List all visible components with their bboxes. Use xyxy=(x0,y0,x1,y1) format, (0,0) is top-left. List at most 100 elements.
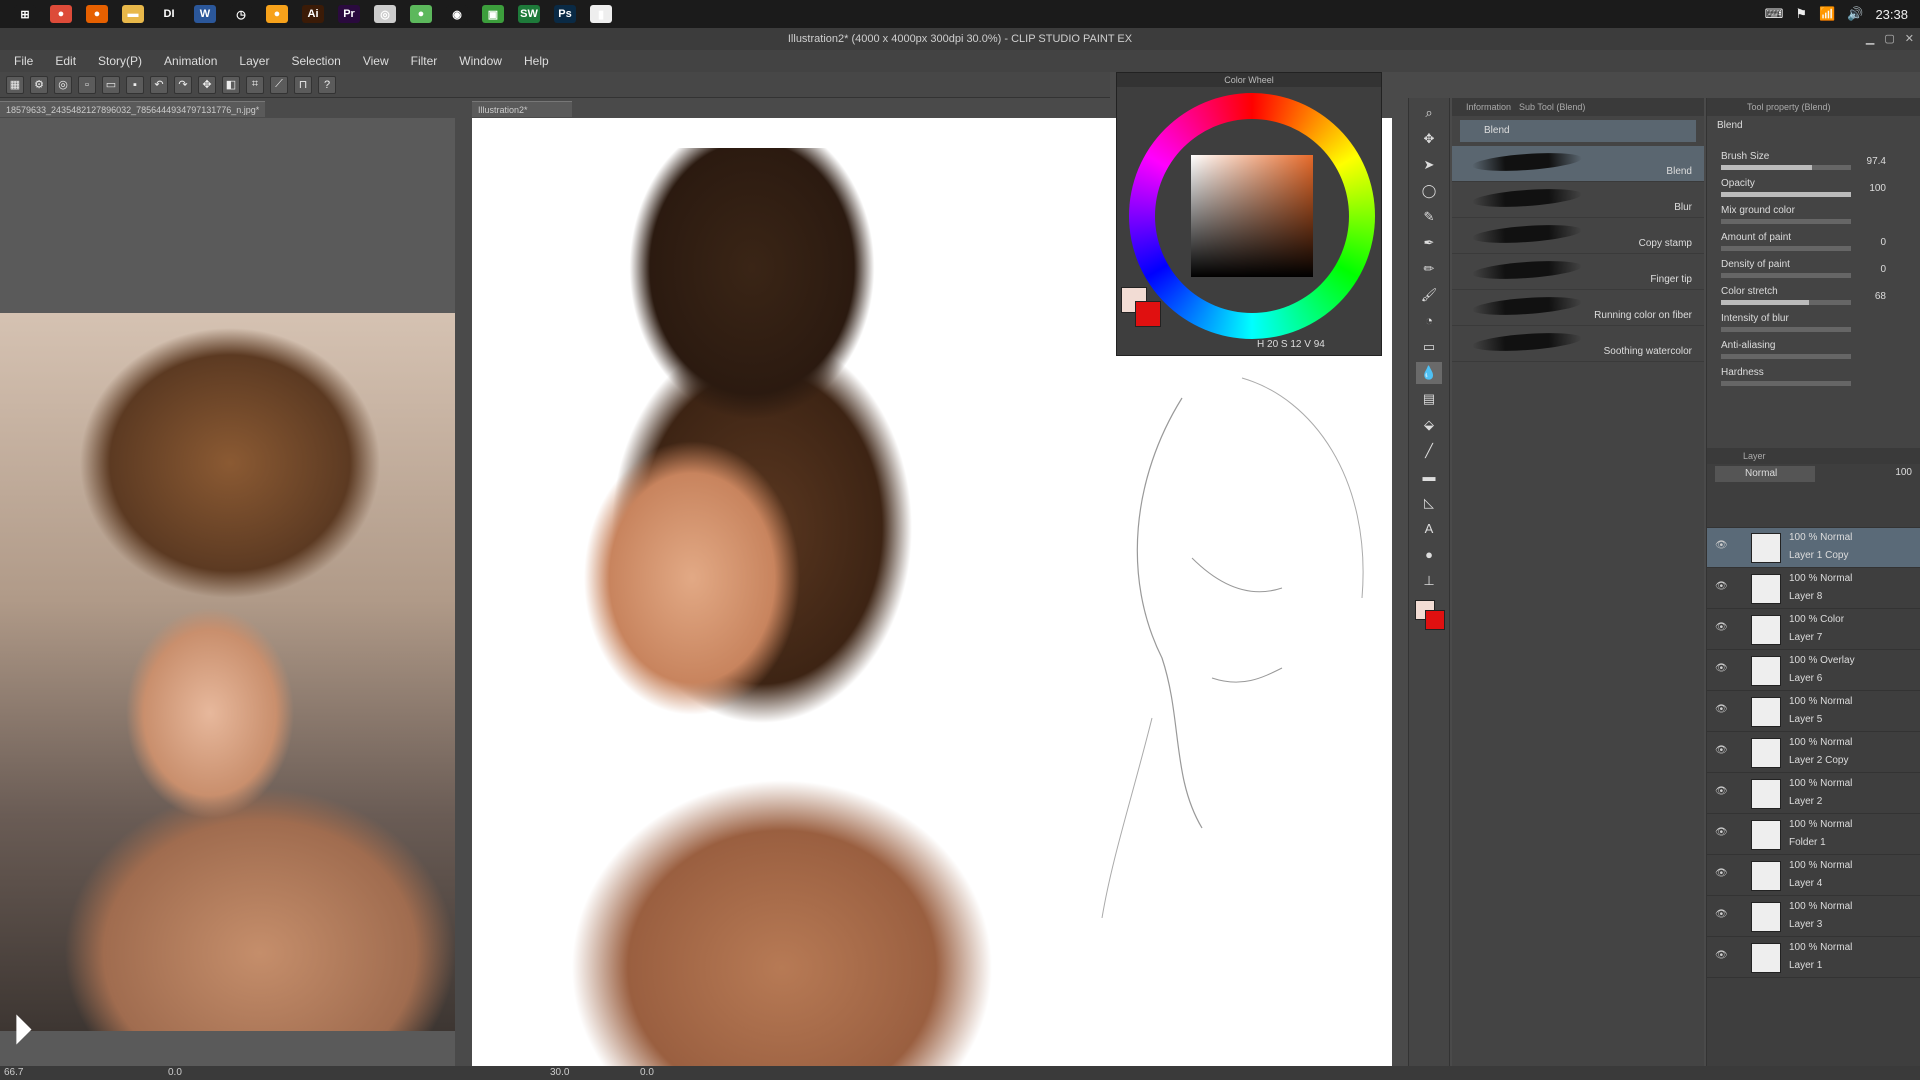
redo-icon[interactable]: ↷ xyxy=(174,75,192,94)
layer-opacity[interactable]: 100 xyxy=(1895,467,1912,478)
layer-row[interactable]: 👁 100 % Normal Layer 8 xyxy=(1707,569,1920,609)
zoom-icon[interactable]: ⌕ xyxy=(1416,102,1442,124)
layer-row[interactable]: 👁 100 % Normal Layer 1 Copy xyxy=(1707,528,1920,568)
property-slider[interactable] xyxy=(1721,354,1851,359)
crop-icon[interactable]: ⌗ xyxy=(246,75,264,94)
minimize-icon[interactable]: ▁ xyxy=(1866,28,1874,50)
help-icon[interactable]: ? xyxy=(318,75,336,94)
tab-subtool[interactable]: Sub Tool (Blend) xyxy=(1519,102,1585,112)
menu-storyp[interactable]: Story(P) xyxy=(98,54,142,68)
menu-animation[interactable]: Animation xyxy=(164,54,217,68)
fill-bucket-icon[interactable]: ⬙ xyxy=(1416,414,1442,436)
property-row[interactable]: Hardness xyxy=(1707,364,1920,391)
property-slider[interactable] xyxy=(1721,192,1851,197)
clip-studio-icon[interactable]: ◎ xyxy=(374,5,396,23)
layer-row[interactable]: 👁 100 % Normal Layer 2 Copy xyxy=(1707,733,1920,773)
property-row[interactable]: Density of paint 0 xyxy=(1707,256,1920,283)
tab-reference[interactable]: 18579633_2435482127896032_78564449347971… xyxy=(0,101,265,117)
frame-icon[interactable]: ▬ xyxy=(1416,466,1442,488)
open-file-icon[interactable]: ▭ xyxy=(102,75,120,94)
app-orange-icon[interactable]: ● xyxy=(266,5,288,23)
property-value[interactable]: 100 xyxy=(1869,183,1886,194)
network-icon[interactable]: 📶 xyxy=(1819,6,1835,22)
eye-icon[interactable]: 👁 xyxy=(1715,868,1728,879)
canvas-zoom[interactable]: 30.0 xyxy=(550,1067,569,1078)
undo-icon[interactable]: ↶ xyxy=(150,75,168,94)
sw-icon[interactable]: SW xyxy=(518,5,540,23)
illustrator-icon[interactable]: Ai xyxy=(302,5,324,23)
clip-studio-logo-icon[interactable]: ◎ xyxy=(54,75,72,94)
play-icon[interactable]: ⏵ xyxy=(12,1006,33,1055)
property-slider[interactable] xyxy=(1721,165,1851,170)
green-app-icon[interactable]: ● xyxy=(410,5,432,23)
eye-icon[interactable]: 👁 xyxy=(1715,540,1728,551)
tab-canvas[interactable]: Illustration2* xyxy=(472,101,572,117)
eye-icon[interactable]: 👁 xyxy=(1715,663,1728,674)
property-slider[interactable] xyxy=(1721,273,1851,278)
layer-row[interactable]: 👁 100 % Overlay Layer 6 xyxy=(1707,651,1920,691)
property-row[interactable]: Anti-aliasing xyxy=(1707,337,1920,364)
text-icon[interactable]: A xyxy=(1416,518,1442,540)
property-value[interactable]: 97.4 xyxy=(1867,156,1886,167)
maximize-icon[interactable]: ▢ xyxy=(1884,28,1894,50)
save-icon[interactable]: ▪ xyxy=(126,75,144,94)
eye-icon[interactable]: 👁 xyxy=(1715,786,1728,797)
property-row[interactable]: Color stretch 68 xyxy=(1707,283,1920,310)
eraser-icon[interactable]: ▭ xyxy=(1416,336,1442,358)
subtool-item[interactable]: Finger tip xyxy=(1452,254,1704,290)
blend-mode-select[interactable]: Normal xyxy=(1715,466,1815,482)
white-app-icon[interactable]: ▮ xyxy=(590,5,612,23)
subtool-item[interactable]: Soothing watercolor xyxy=(1452,326,1704,362)
property-slider[interactable] xyxy=(1721,219,1851,224)
menu-layer[interactable]: Layer xyxy=(239,54,269,68)
property-value[interactable]: 68 xyxy=(1875,291,1886,302)
eye-icon[interactable]: 👁 xyxy=(1715,581,1728,592)
eye-icon[interactable]: 👁 xyxy=(1715,622,1728,633)
layer-row[interactable]: 👁 100 % Color Layer 7 xyxy=(1707,610,1920,650)
premiere-icon[interactable]: Pr xyxy=(338,5,360,23)
clock[interactable]: 23:38 xyxy=(1875,7,1908,22)
property-row[interactable]: Brush Size 97.4 xyxy=(1707,148,1920,175)
property-row[interactable]: Opacity 100 xyxy=(1707,175,1920,202)
airbrush-icon[interactable]: ◔ xyxy=(1416,310,1442,332)
property-value[interactable]: 0 xyxy=(1880,237,1886,248)
sub-color-swatch[interactable] xyxy=(1135,301,1161,327)
grid-icon[interactable]: ▦ xyxy=(6,75,24,94)
firefox-icon[interactable]: ● xyxy=(86,5,108,23)
correct-line-icon[interactable]: ⊥ xyxy=(1416,570,1442,592)
canvas-angle[interactable]: 0.0 xyxy=(640,1067,654,1078)
property-slider[interactable] xyxy=(1721,300,1851,305)
menu-window[interactable]: Window xyxy=(459,54,502,68)
subtool-item[interactable]: Blend xyxy=(1452,146,1704,182)
close-icon[interactable]: ✕ xyxy=(1905,28,1914,50)
word-icon[interactable]: W xyxy=(194,5,216,23)
ruler-icon[interactable]: ⟋ xyxy=(270,75,288,94)
photoshop-icon[interactable]: Ps xyxy=(554,5,576,23)
eye-icon[interactable]: 👁 xyxy=(1715,827,1728,838)
tool-property-tab[interactable]: Tool property (Blend) xyxy=(1707,98,1920,116)
keyboard-icon[interactable]: ⌨ xyxy=(1765,6,1784,22)
reference-canvas[interactable]: ⏵ xyxy=(0,118,455,1066)
eyedropper-icon[interactable]: ✎ xyxy=(1416,206,1442,228)
layer-row[interactable]: 👁 100 % Normal Layer 4 xyxy=(1707,856,1920,896)
tab-information[interactable]: Information xyxy=(1466,102,1511,112)
property-slider[interactable] xyxy=(1721,246,1851,251)
layer-tab[interactable]: Layer xyxy=(1707,448,1920,464)
line-icon[interactable]: ╱ xyxy=(1416,440,1442,462)
balloon-icon[interactable]: ● xyxy=(1416,544,1442,566)
menu-file[interactable]: File xyxy=(14,54,33,68)
subtool-item[interactable]: Blur xyxy=(1452,182,1704,218)
property-slider[interactable] xyxy=(1721,381,1851,386)
tool-sub-color[interactable] xyxy=(1425,610,1445,630)
subtool-item[interactable]: Copy stamp xyxy=(1452,218,1704,254)
property-row[interactable]: Intensity of blur xyxy=(1707,310,1920,337)
menu-filter[interactable]: Filter xyxy=(411,54,438,68)
lasso-icon[interactable]: ◯ xyxy=(1416,180,1442,202)
green-square-icon[interactable]: ▣ xyxy=(482,5,504,23)
saturation-value-square[interactable] xyxy=(1191,155,1313,277)
blend-icon[interactable]: 💧 xyxy=(1416,362,1442,384)
brush-icon[interactable]: 🖌 xyxy=(1416,284,1442,306)
eye-icon[interactable]: 👁 xyxy=(1715,909,1728,920)
maps-icon[interactable]: ◉ xyxy=(446,5,468,23)
eye-icon[interactable]: 👁 xyxy=(1715,950,1728,961)
